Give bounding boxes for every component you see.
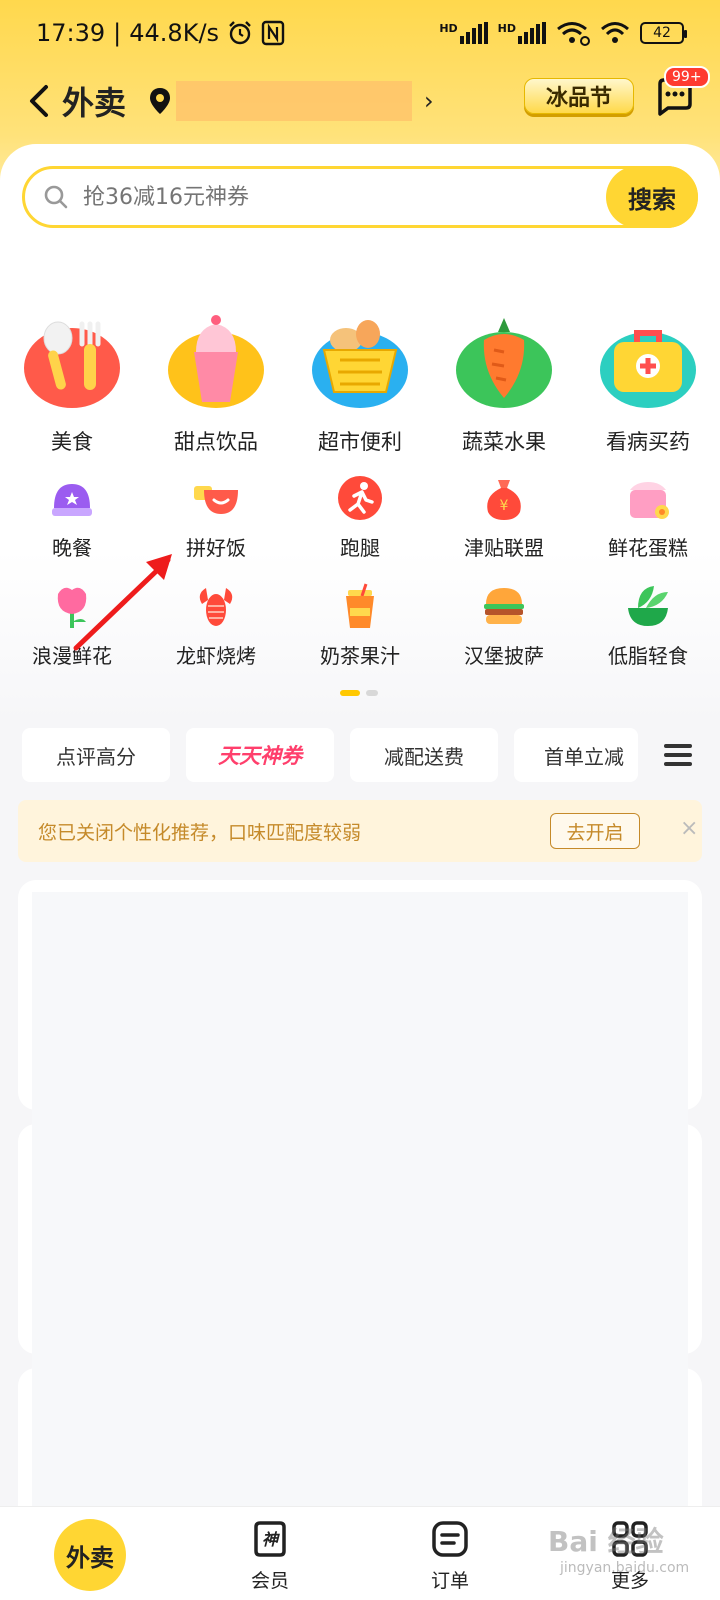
battery-icon: 42 [640,22,687,44]
status-net-speed: 44.8K/s [129,19,220,47]
notice-text: 您已关闭个性化推荐，口味匹配度较弱 [38,821,362,844]
nav-bar: 外卖 › 冰品节 99+ [0,66,720,132]
filter-chip[interactable]: 首单立减 [514,728,638,782]
salad-icon [628,586,668,626]
wifi-icon [601,22,629,43]
signal-1: HD [439,22,488,44]
svg-text:¥: ¥ [500,498,509,514]
tab-orders[interactable]: 订单 [390,1507,510,1600]
battery-level: 42 [653,25,671,41]
tab-label: 会员 [250,1570,289,1592]
search-bar[interactable]: 搜索 [22,166,698,228]
ice-festival-button[interactable]: 冰品节 [524,78,634,114]
filter-chip[interactable]: 点评高分 [22,728,170,782]
milk-tea-icon [346,583,374,628]
category-label: 低脂轻食 [608,644,688,668]
page-dot-active [340,690,360,696]
money-bag-icon: ¥ [487,480,521,520]
tab-label: 订单 [430,1570,469,1592]
category-label: 蔬菜水果 [462,430,546,454]
watermark-logo: Bai 经验 [548,1525,664,1558]
rice-bowl-icon [194,486,238,514]
filter-bar: 点评高分 天天神券 减配送费 首单立减 [22,728,712,784]
tab-home-label: 外卖 [54,1519,126,1591]
status-time: 17:39 [36,19,106,47]
hd-label-1: HD [439,22,458,35]
page-dot [366,690,378,696]
menu-icon[interactable] [664,742,692,768]
nfc-icon [261,20,285,46]
category-medicine[interactable]: 看病买药 [576,310,720,456]
category-milk-tea[interactable]: 奶茶果汁 [288,582,432,669]
cell-signal-icon [459,22,488,44]
filter-chip-coupon[interactable]: 天天神券 [186,728,334,782]
status-divider: | [113,19,122,47]
status-right: HD HD 42 [439,20,687,46]
signal-2: HD [498,22,546,44]
category-label: 奶茶果汁 [320,644,400,668]
category-label: 鲜花蛋糕 [608,536,688,560]
carrot-icon [456,318,552,408]
category-label: 津贴联盟 [464,536,544,560]
feed-placeholder [32,892,688,1506]
category-light-meal[interactable]: 低脂轻食 [576,582,720,669]
tab-home[interactable]: 外卖 [30,1507,150,1600]
enable-button[interactable]: 去开启 [550,813,640,849]
watermark-url: jingyan.baidu.com [560,1560,690,1576]
tab-member[interactable]: 神 会员 [210,1507,330,1600]
status-left: 17:39 | 44.8K/s [36,19,285,47]
message-badge: 99+ [664,66,710,88]
wifi-link-icon [557,22,590,46]
category-label: 美食 [51,430,93,454]
member-icon: 神 [254,1521,286,1557]
medkit-icon [600,330,696,408]
category-burger-pizza[interactable]: 汉堡披萨 [432,582,576,669]
page-title: 外卖 [62,84,127,122]
category-allowance[interactable]: ¥ 津贴联盟 [432,474,576,561]
filter-chip[interactable]: 减配送费 [350,728,498,782]
runner-icon [338,476,382,520]
category-label: 超市便利 [318,430,402,454]
category-vegetables[interactable]: 蔬菜水果 [432,310,576,456]
category-errand[interactable]: 跑腿 [288,474,432,561]
category-label: 跑腿 [340,536,380,560]
search-input[interactable] [83,184,583,210]
category-label: 看病买药 [606,430,690,454]
category-flower-cake[interactable]: 鲜花蛋糕 [576,474,720,561]
burger-icon [484,588,524,624]
location-pin-icon[interactable] [148,86,172,116]
address-redacted[interactable] [176,81,413,121]
category-dessert[interactable]: 甜点饮品 [144,310,288,456]
search-icon [44,185,68,209]
search-button[interactable]: 搜索 [606,166,698,228]
close-icon[interactable]: × [680,816,698,841]
alarm-icon [229,21,251,45]
personalization-notice: 您已关闭个性化推荐，口味匹配度较弱 去开启 × [18,800,702,862]
shopping-basket-icon [312,320,408,408]
back-icon[interactable] [22,81,56,121]
cell-signal-icon [518,22,546,44]
category-supermarket[interactable]: 超市便利 [288,310,432,456]
address-chevron-icon[interactable]: › [424,87,434,115]
dinner-dome-icon [52,484,92,516]
page-indicator [340,690,378,696]
fork-spoon-icon [24,321,120,408]
annotation-arrow [73,554,172,651]
svg-text:神: 神 [262,1530,280,1549]
ice-cream-icon [168,315,264,408]
category-label: 甜点饮品 [174,430,258,454]
order-icon [432,1521,468,1557]
hd-label-2: HD [497,22,516,35]
category-food[interactable]: 美食 [0,310,144,456]
category-label: 汉堡披萨 [464,644,544,668]
cake-icon [630,482,669,519]
status-bar: 17:39 | 44.8K/s HD HD 42 [0,0,720,66]
lobster-icon [199,588,233,626]
